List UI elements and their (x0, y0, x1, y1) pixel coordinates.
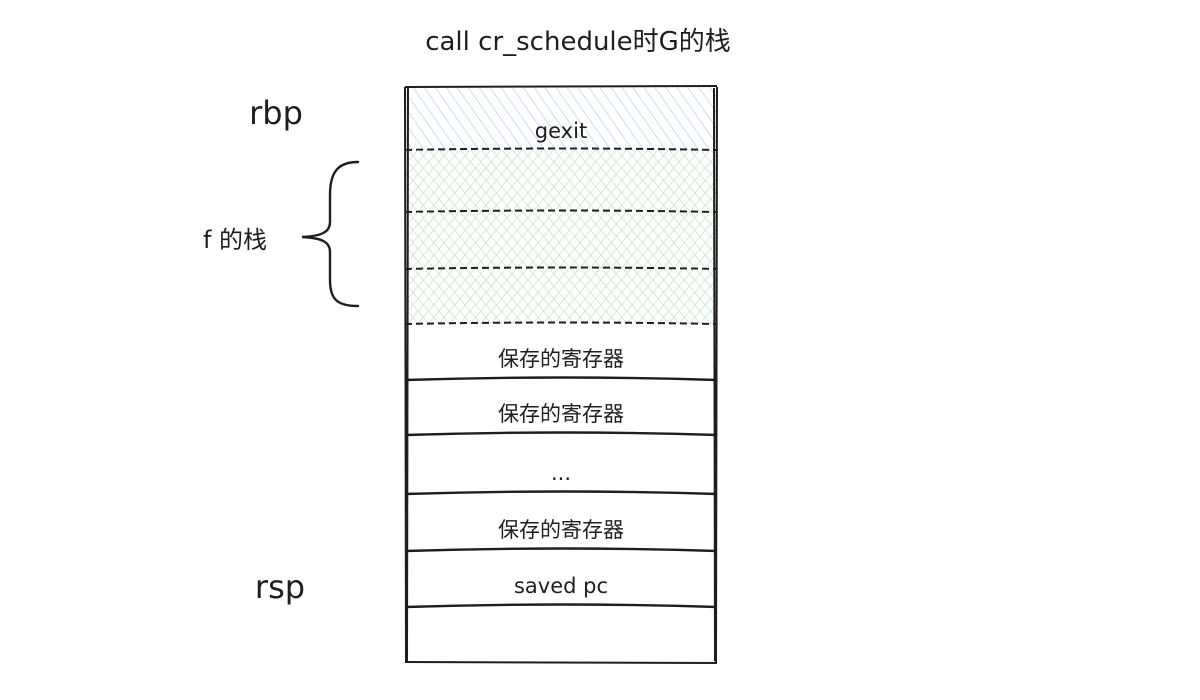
stack-cell-hatch (405, 150, 717, 212)
stack-cell-hatch (405, 269, 717, 324)
f-stack-brace (301, 160, 360, 308)
stack-cell-label: saved pc (514, 574, 608, 598)
diagram-title: call cr_schedule时G的栈 (425, 27, 731, 57)
stack-border (406, 85, 409, 664)
stack-cell: 保存的寄存器 (404, 402, 718, 437)
stack-cell-divider (404, 603, 718, 609)
stack-cell (404, 212, 718, 270)
rsp-label: rsp (255, 568, 305, 606)
stack-border (713, 87, 716, 662)
stack-cell-label: 保存的寄存器 (498, 402, 624, 426)
stack-border (404, 85, 718, 88)
f-stack-label: f 的栈 (203, 226, 267, 254)
stack-diagram: call cr_schedule时G的栈 rbp rsp f 的栈 gexit 保… (203, 27, 731, 664)
stack-cell-divider (404, 376, 718, 382)
rbp-label: rbp (249, 94, 303, 132)
stack-border (404, 86, 407, 663)
stack-cell-label: 保存的寄存器 (498, 518, 624, 542)
stack-cell-divider (404, 431, 718, 437)
stack-border (715, 86, 718, 663)
stack-cell: gexit (404, 87, 718, 151)
stack-cell-divider (404, 547, 718, 553)
stack-column: gexit 保存的寄存器保存的寄存器... 保存的寄存器 saved pc (404, 85, 718, 664)
stack-cell (405, 605, 717, 662)
stack-cell-label: gexit (535, 119, 587, 143)
stack-cell-fill (405, 605, 717, 662)
stack-cell-hatch (405, 212, 717, 269)
stack-cell (404, 150, 718, 213)
stack-cell: saved pc (404, 574, 718, 609)
stack-cell-label: 保存的寄存器 (498, 347, 624, 371)
stack-cell (404, 269, 718, 325)
stack-border (404, 661, 718, 664)
stack-cell-divider (404, 490, 718, 496)
stack-cell: 保存的寄存器 (404, 518, 718, 553)
stack-cell: ... (404, 461, 718, 496)
stack-cell: 保存的寄存器 (404, 347, 718, 382)
stack-cell-label: ... (551, 461, 571, 485)
